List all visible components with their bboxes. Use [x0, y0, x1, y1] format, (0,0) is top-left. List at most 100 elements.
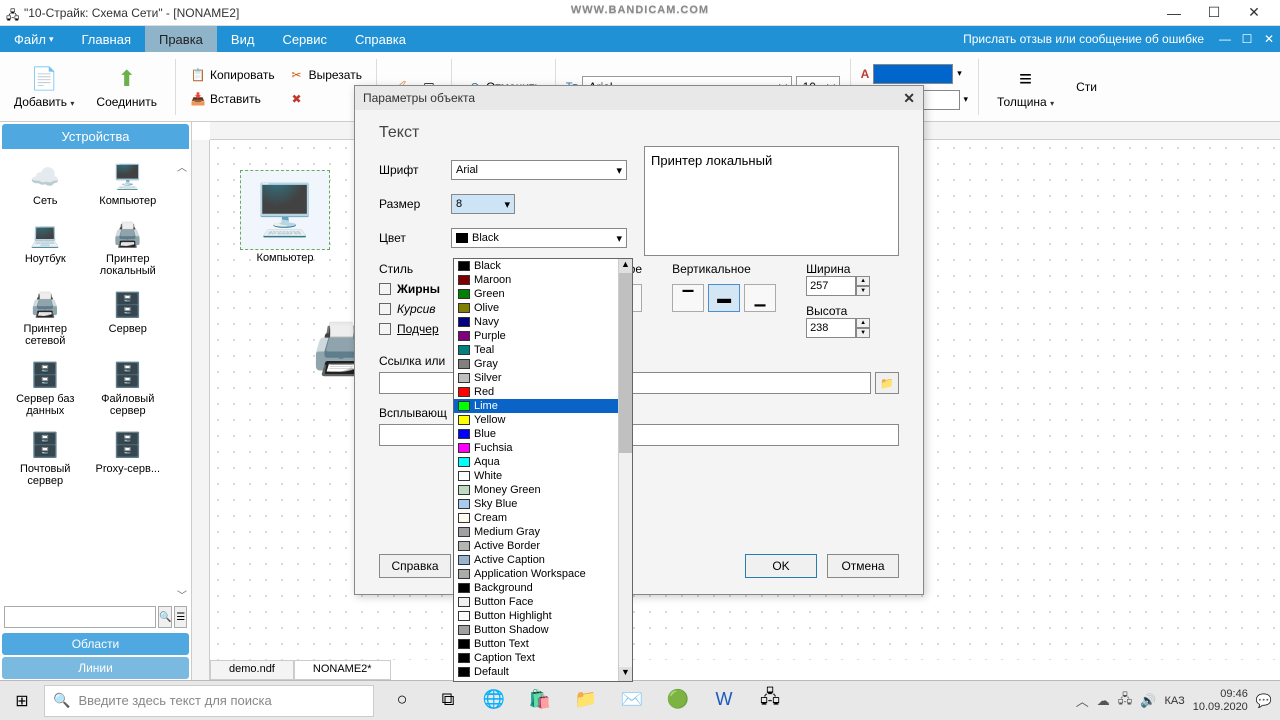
underline-checkbox[interactable] — [379, 323, 391, 335]
link-browse[interactable]: 📁 — [875, 372, 899, 394]
menu-edit[interactable]: Правка — [145, 26, 217, 52]
task-explorer[interactable]: 📁 — [564, 682, 608, 720]
sidebar-item[interactable]: 🗄️Почтовый сервер — [4, 423, 87, 493]
color-option[interactable]: Money Green — [454, 483, 632, 497]
color-option[interactable]: Black — [454, 259, 632, 273]
tray-clock[interactable]: 09:4610.09.2020 — [1193, 688, 1248, 714]
color-option[interactable]: Button Face — [454, 595, 632, 609]
task-chrome[interactable]: 🟢 — [656, 682, 700, 720]
width-input[interactable] — [806, 276, 856, 296]
sidebar-tab-areas[interactable]: Области — [2, 633, 189, 655]
sidebar-item[interactable]: 🖥️Компьютер — [87, 155, 170, 213]
window-maximize[interactable]: ☐ — [1194, 0, 1234, 26]
color-combo[interactable]: Black▾ — [451, 228, 627, 248]
color-option[interactable]: Silver — [454, 371, 632, 385]
height-input[interactable] — [806, 318, 856, 338]
color-option[interactable]: Medium Gray — [454, 525, 632, 539]
help-button[interactable]: Справка — [379, 554, 451, 578]
color-option[interactable]: Cream — [454, 511, 632, 525]
dialog-titlebar[interactable]: Параметры объекта ✕ — [355, 86, 923, 110]
paste-button[interactable]: 📥Вставить — [186, 89, 279, 109]
color-option[interactable]: Caption Text — [454, 651, 632, 665]
tray-notifications-icon[interactable]: 💬 — [1256, 693, 1272, 709]
menu-view[interactable]: Вид — [217, 26, 269, 52]
sidebar-search-input[interactable] — [4, 606, 156, 628]
mdi-minimize[interactable]: — — [1214, 32, 1236, 46]
color-option[interactable]: Active Caption — [454, 553, 632, 567]
menu-help[interactable]: Справка — [341, 26, 420, 52]
sidebar-item[interactable]: ☁️Сеть — [4, 155, 87, 213]
valign-middle[interactable]: ▬ — [708, 284, 740, 312]
window-close[interactable]: ✕ — [1234, 0, 1274, 26]
color-scrollbar[interactable]: ▲▼ — [618, 259, 632, 681]
object-text-input[interactable]: Принтер локальный — [644, 146, 899, 256]
color-option[interactable]: Default — [454, 665, 632, 679]
doc-tab-demo[interactable]: demo.ndf — [210, 660, 294, 680]
task-edge[interactable]: 🌐 — [472, 682, 516, 720]
sidebar-scroll[interactable]: ︿﹀ — [173, 151, 191, 602]
color-option[interactable]: Sky Blue — [454, 497, 632, 511]
mdi-close[interactable]: ✕ — [1258, 32, 1280, 46]
dialog-close[interactable]: ✕ — [903, 90, 915, 107]
canvas-object-computer[interactable]: 🖥️ Компьютер — [230, 170, 340, 264]
color-option[interactable]: Gray — [454, 357, 632, 371]
window-minimize[interactable]: — — [1154, 0, 1194, 26]
color-option[interactable]: Button Shadow — [454, 623, 632, 637]
style-button[interactable]: Сти — [1068, 78, 1105, 96]
color-option[interactable]: Lime — [454, 399, 632, 413]
menu-main[interactable]: Главная — [68, 26, 145, 52]
feedback-link[interactable]: Прислать отзыв или сообщение об ошибке — [953, 32, 1214, 46]
color-option[interactable]: Maroon — [454, 273, 632, 287]
sidebar-search-button[interactable]: 🔍 — [158, 606, 172, 628]
valign-top[interactable]: ▔ — [672, 284, 704, 312]
sidebar-item[interactable]: 🗄️Файловый сервер — [87, 353, 170, 423]
taskbar-search[interactable]: 🔍 Введите здесь текст для поиска — [44, 685, 374, 717]
menu-file[interactable]: Файл▾ — [0, 26, 68, 52]
tray-chevron-icon[interactable]: ︿ — [1076, 691, 1089, 710]
cut-button[interactable]: ✂Вырезать — [285, 65, 366, 85]
color-option[interactable]: Fuchsia — [454, 441, 632, 455]
sidebar-item[interactable]: 🗄️Proxy-серв... — [87, 423, 170, 493]
font-color-swatch[interactable] — [873, 64, 953, 84]
tray-lang[interactable]: КАЗ — [1164, 695, 1184, 707]
add-button[interactable]: 📄 Добавить ▾ — [6, 63, 82, 111]
tray-volume-icon[interactable]: 🔊 — [1140, 693, 1156, 709]
color-option[interactable]: Background — [454, 581, 632, 595]
color-option[interactable]: Aqua — [454, 455, 632, 469]
color-option[interactable]: Navy — [454, 315, 632, 329]
valign-bottom[interactable]: ▁ — [744, 284, 776, 312]
size-combo[interactable]: 8▾ — [451, 194, 515, 214]
copy-button[interactable]: 📋Копировать — [186, 65, 279, 85]
cancel-button[interactable]: Отмена — [827, 554, 899, 578]
task-store[interactable]: 🛍️ — [518, 682, 562, 720]
task-taskview[interactable]: ⧉ — [426, 682, 470, 720]
task-cortana[interactable]: ○ — [380, 682, 424, 720]
tray-onedrive-icon[interactable]: ☁ — [1097, 693, 1110, 709]
thickness-button[interactable]: ≡ Толщина ▾ — [989, 63, 1062, 111]
bold-checkbox[interactable] — [379, 283, 391, 295]
color-option[interactable]: Button Text — [454, 637, 632, 651]
sidebar-clear-button[interactable]: ☰ — [174, 606, 187, 628]
color-option[interactable]: Button Highlight — [454, 609, 632, 623]
color-option[interactable]: Olive — [454, 301, 632, 315]
task-mail[interactable]: ✉️ — [610, 682, 654, 720]
sidebar-item[interactable]: 🗄️Сервер — [87, 283, 170, 353]
task-app[interactable]: 🖧 — [748, 682, 792, 720]
color-option[interactable]: Teal — [454, 343, 632, 357]
color-option[interactable]: Blue — [454, 427, 632, 441]
color-option[interactable]: Active Border — [454, 539, 632, 553]
doc-tab-noname[interactable]: NONAME2* — [294, 660, 391, 680]
sidebar-item[interactable]: 💻Ноутбук — [4, 213, 87, 283]
connect-button[interactable]: ⬆ Соединить — [88, 63, 165, 111]
task-word[interactable]: W — [702, 682, 746, 720]
start-button[interactable]: ⊞ — [0, 681, 44, 720]
ok-button[interactable]: OK — [745, 554, 817, 578]
color-option[interactable]: White — [454, 469, 632, 483]
color-option[interactable]: Green — [454, 287, 632, 301]
sidebar-item[interactable]: 🖨️Принтер сетевой — [4, 283, 87, 353]
mdi-maximize[interactable]: ☐ — [1236, 32, 1258, 46]
menu-service[interactable]: Сервис — [268, 26, 341, 52]
font-combo[interactable]: Arial▾ — [451, 160, 627, 180]
color-option[interactable]: Yellow — [454, 413, 632, 427]
sidebar-item[interactable]: 🖨️Принтер локальный — [87, 213, 170, 283]
